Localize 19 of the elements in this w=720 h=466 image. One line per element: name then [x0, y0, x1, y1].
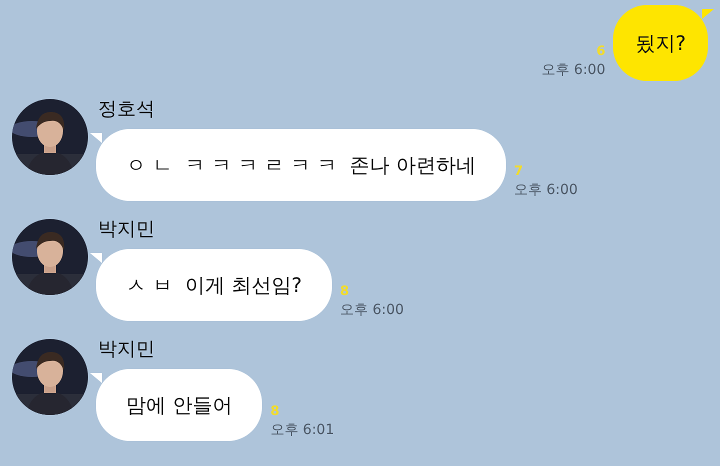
bubble-tail — [90, 373, 102, 383]
sender-name: 박지민 — [98, 217, 156, 241]
sent-message-bubble: 됬지? — [613, 5, 708, 81]
unread-count: 8 — [270, 405, 280, 419]
message-time: 오후 6:00 — [514, 181, 578, 199]
sender-name: 박지민 — [98, 337, 156, 361]
bubble-tail — [90, 133, 102, 143]
received-message-bubble: 맘에 안들어 — [96, 369, 262, 441]
unread-count: 6 — [596, 45, 606, 59]
unread-count: 7 — [514, 165, 523, 179]
received-message-bubble: ㅇ ㄴ ㅋ ㅋ ㅋ ㄹ ㅋ ㅋ 존나 아련하네 — [96, 129, 506, 201]
bubble-tail — [702, 9, 714, 19]
message-time: 오후 6:00 — [340, 301, 404, 319]
message-time: 오후 6:00 — [541, 61, 606, 79]
sender-name: 정호석 — [98, 97, 156, 121]
bubble-tail — [90, 253, 102, 263]
message-time: 오후 6:01 — [270, 421, 334, 439]
received-message-bubble: ㅅ ㅂ 이게 최선임? — [96, 249, 332, 321]
unread-count: 8 — [340, 285, 350, 299]
